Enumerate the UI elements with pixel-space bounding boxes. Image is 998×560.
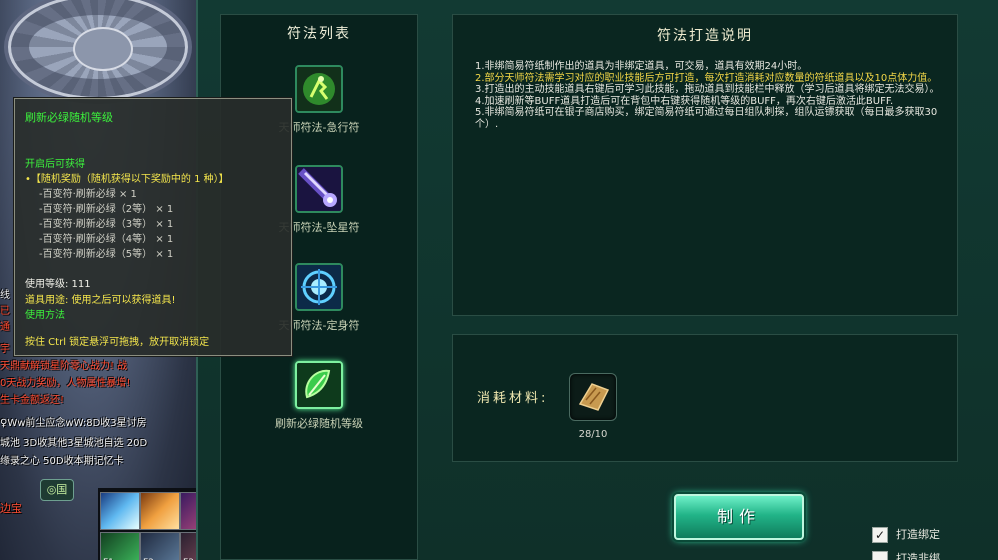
material-slot[interactable] [569,373,617,421]
description-line: 5.非绑简易符纸可在银子商店购买，绑定简易符纸可通过每日组队刺探，组队运镖获取（… [475,107,938,130]
description-line-highlight: 2.部分天师符法需学习对应的职业技能后方可打造，每次打造消耗对应数量的符纸道具以… [475,72,938,84]
option-label: 打造绑定 [896,528,940,541]
skill-bar: F1 F2 F3 [98,488,200,560]
green-talisman-icon[interactable] [295,361,343,409]
material-panel: 消耗材料: 28/10 [452,334,958,462]
tooltip-title: 刷新必绿随机等级 [25,111,113,124]
tooltip-reward: -百变符·刷新必绿（2等） × 1 [39,204,174,215]
chat-line: 通 [0,322,10,333]
crafting-description-panel: 符法打造说明 1.非绑简易符纸制作出的道具为非绑定道具，可交易，道具有效期24小… [452,14,958,316]
list-title: 符法列表 [287,26,351,42]
tooltip-section: 开启后可获得 [25,159,85,170]
option-bound[interactable]: ✓ 打造绑定 [872,526,940,543]
recipe-item-refresh-green[interactable]: 刷新必绿随机等级 [221,361,417,431]
description-line: 4.加速刷新等BUFF道具打造后可在背包中右键获得随机等级的BUFF，再次右键后… [475,95,894,107]
chat-line: 线 [0,290,10,301]
option-label: 打造非绑 [896,552,940,560]
talisman-crafting-window: 符法列表 天师符法-急行符 天师符法-坠星符 天师符法-定身符 刷新必绿随机等级… [196,0,998,560]
chat-line: ♀Ww前尘应念wW:8D收3星讨房 [0,418,147,429]
skill-slot[interactable] [140,492,180,530]
skill-slot-f2[interactable]: F2 [140,532,180,560]
description-title: 符法打造说明 [657,28,753,44]
chat-line: 0天战力奖励，人物属性暴增! [0,378,131,389]
option-unbound[interactable]: 打造非绑 [872,550,940,560]
material-count: 28/10 [578,429,608,440]
item-tooltip: 刷新必绿随机等级 开启后可获得 •【随机奖励（随机获得以下奖励中的 1 种）】 … [14,98,292,356]
chat-line: 生卡金额返还! [0,395,65,406]
tooltip-usage: 道具用途: 使用之后可以获得道具! [25,295,176,306]
skill-slot[interactable] [100,492,140,530]
make-button[interactable]: 制作 [674,494,804,540]
tooltip-reward: -百变符·刷新必绿（3等） × 1 [39,219,174,230]
description-line: 3.打造出的主动技能道具右键后可学习此技能，拖动道具到技能栏中释放（学习后道具将… [475,84,940,96]
tooltip-reward: -百变符·刷新必绿 × 1 [39,189,137,200]
chat-line: 已 [0,306,10,317]
stone-medallion-floor [8,0,188,100]
red-sign-text: 边宝 [0,502,22,515]
description-line: 1.非绑简易符纸制作出的道具为非绑定道具，可交易，道具有效期24小时。 [475,61,808,72]
chat-line: 天鼎献解锁星阶零心战力! 战 [0,361,128,372]
tooltip-reward: -百变符·刷新必绿（5等） × 1 [39,249,174,260]
skill-slot-f1[interactable]: F1 [100,532,140,560]
unbound-checkbox[interactable] [872,551,888,560]
tooltip-method: 使用方法 [25,310,65,321]
chat-line: 缘录之心 50D收本期记忆卡 [0,456,124,467]
tooltip-reward-header: •【随机奖励（随机获得以下奖励中的 1 种）】 [25,174,229,185]
falling-star-icon[interactable] [295,165,343,213]
running-figure-icon[interactable] [295,65,343,113]
recipe-label: 刷新必绿随机等级 [275,417,363,430]
material-label: 消耗材料: [477,391,549,406]
chat-line: 宇 [0,344,10,355]
description-text: 1.非绑简易符纸制作出的道具为非绑定道具，可交易，道具有效期24小时。 2.部分… [475,61,953,131]
binding-circle-icon[interactable] [295,263,343,311]
tooltip-reward: -百变符·刷新必绿（4等） × 1 [39,234,174,245]
bound-checkbox[interactable]: ✓ [872,527,888,543]
tooltip-use-level: 使用等级: 111 [25,279,91,290]
tooltip-lock-hint: 按住 Ctrl 锁定悬浮可拖拽，放开取消锁定 [25,337,210,348]
paper-scroll-icon [578,383,610,411]
voice-chat-button[interactable]: ◎国 [40,479,74,501]
chat-line: 城池 3D收其他3星城池自选 20D [0,438,148,449]
